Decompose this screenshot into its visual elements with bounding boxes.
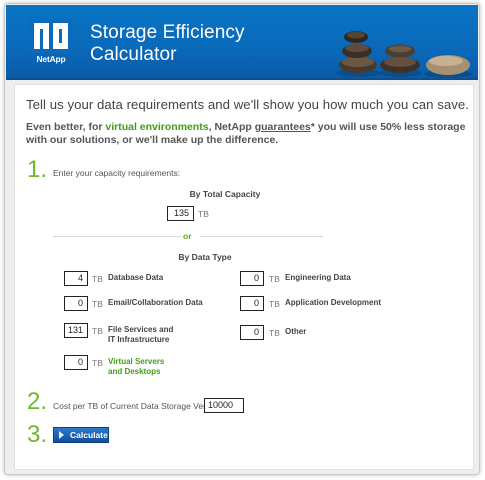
database-data-input[interactable]: 4 bbox=[64, 271, 88, 286]
page-title: Storage Efficiency Calculator bbox=[90, 22, 245, 66]
logo-text: NetApp bbox=[36, 54, 66, 64]
title-line-2: Calculator bbox=[90, 44, 177, 65]
main-panel: Tell us your data requirements and we'll… bbox=[14, 84, 474, 470]
other-data-label: Other bbox=[285, 327, 307, 336]
guarantee-text-part1: Even better, for bbox=[26, 121, 106, 133]
file-services-label-line1: File Services and bbox=[108, 325, 174, 334]
step-2-number: 2. bbox=[27, 388, 48, 415]
calculator-window: NetApp Storage Efficiency Calculator Tel… bbox=[4, 3, 480, 475]
step-1-label: Enter your capacity requirements: bbox=[53, 168, 181, 178]
other-data-unit: TB bbox=[269, 328, 280, 338]
virtual-servers-label-line2: and Desktops bbox=[108, 367, 161, 376]
virtual-environments-link[interactable]: virtual environments bbox=[105, 121, 208, 133]
database-data-unit: TB bbox=[92, 274, 103, 284]
data-type-heading: By Data Type bbox=[178, 252, 232, 262]
calculate-button-label: Calculate bbox=[70, 430, 108, 440]
step-3-number: 3. bbox=[27, 421, 48, 448]
guarantees-link[interactable]: guarantees bbox=[255, 121, 311, 133]
intro-text: Tell us your data requirements and we'll… bbox=[26, 97, 469, 112]
file-services-unit: TB bbox=[92, 326, 103, 336]
email-collaboration-label: Email/Collaboration Data bbox=[108, 298, 203, 307]
application-development-unit: TB bbox=[269, 299, 280, 309]
guarantee-text: Even better, for virtual environments, N… bbox=[26, 121, 466, 146]
application-development-input[interactable]: 0 bbox=[240, 296, 264, 311]
total-capacity-heading: By Total Capacity bbox=[189, 189, 261, 199]
virtual-servers-input[interactable]: 0 bbox=[64, 355, 88, 370]
other-data-input[interactable]: 0 bbox=[240, 325, 264, 340]
email-collaboration-input[interactable]: 0 bbox=[64, 296, 88, 311]
file-services-label-line2: IT Infrastructure bbox=[108, 335, 170, 344]
title-line-1: Storage Efficiency bbox=[90, 22, 245, 43]
email-collaboration-unit: TB bbox=[92, 299, 103, 309]
virtual-servers-label: Virtual Servers and Desktops bbox=[108, 357, 164, 377]
stacked-stones-image bbox=[336, 31, 472, 78]
total-capacity-input[interactable]: 135 bbox=[167, 206, 194, 221]
total-capacity-unit: TB bbox=[198, 209, 209, 219]
or-text: or bbox=[183, 231, 192, 241]
guarantee-text-part2: , NetApp bbox=[208, 121, 255, 133]
netapp-logo-icon bbox=[30, 19, 72, 53]
step-1-number: 1. bbox=[27, 156, 48, 183]
play-arrow-icon bbox=[59, 431, 64, 439]
or-divider-left bbox=[53, 236, 181, 237]
cost-per-tb-input[interactable]: 10000 bbox=[204, 398, 244, 413]
header-banner: NetApp Storage Efficiency Calculator bbox=[6, 5, 478, 80]
file-services-input[interactable]: 131 bbox=[64, 323, 88, 338]
database-data-label: Database Data bbox=[108, 273, 164, 282]
engineering-data-input[interactable]: 0 bbox=[240, 271, 264, 286]
virtual-servers-unit: TB bbox=[92, 358, 103, 368]
engineering-data-unit: TB bbox=[269, 274, 280, 284]
netapp-logo: NetApp bbox=[30, 19, 72, 69]
virtual-servers-label-line1: Virtual Servers bbox=[108, 357, 165, 366]
calculate-button[interactable]: Calculate bbox=[53, 427, 109, 443]
engineering-data-label: Engineering Data bbox=[285, 273, 351, 282]
file-services-label: File Services and IT Infrastructure bbox=[108, 325, 173, 345]
application-development-label: Application Development bbox=[285, 298, 382, 307]
or-divider-right bbox=[200, 236, 323, 237]
